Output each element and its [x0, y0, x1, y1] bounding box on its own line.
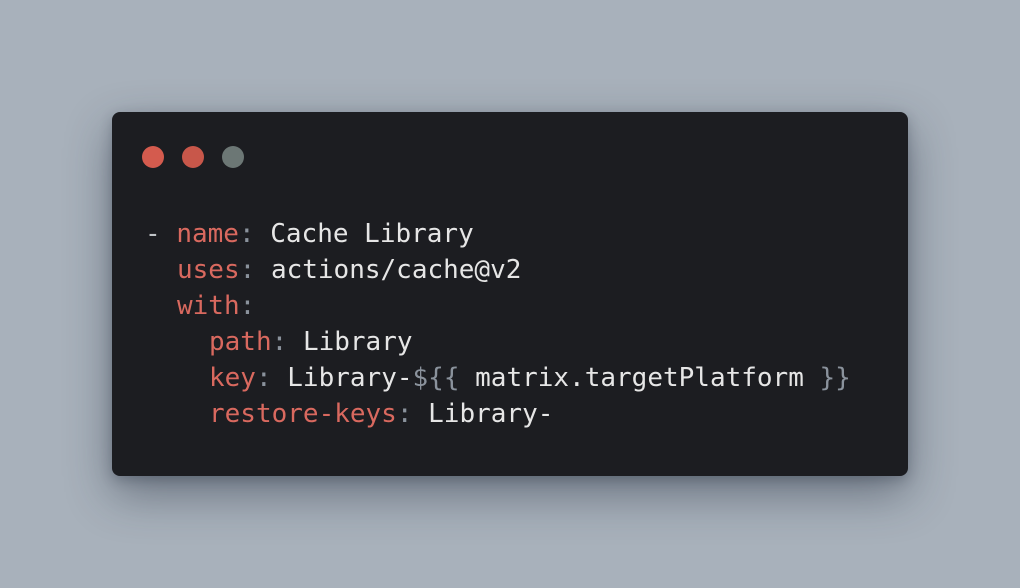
- code-block: - name: Cache Library uses: actions/cache…: [145, 216, 851, 432]
- code-line-2: uses: actions/cache@v2: [145, 252, 851, 288]
- close-dot-icon[interactable]: [142, 146, 164, 168]
- yaml-value-restore-keys: Library-: [428, 399, 554, 429]
- zoom-dot-icon[interactable]: [222, 146, 244, 168]
- code-line-5: key: Library-${{ matrix.targetPlatform }…: [145, 360, 851, 396]
- colon: :: [239, 255, 256, 285]
- expression-close: }}: [819, 363, 851, 393]
- yaml-value-name: Cache Library: [270, 219, 474, 249]
- yaml-key-with: with: [177, 291, 240, 321]
- yaml-value-key-prefix: Library-: [287, 363, 413, 393]
- code-line-3: with:: [145, 288, 851, 324]
- code-line-1: - name: Cache Library: [145, 216, 851, 252]
- code-window: - name: Cache Library uses: actions/cache…: [112, 112, 908, 476]
- code-line-4: path: Library: [145, 324, 851, 360]
- yaml-value-path: Library: [302, 327, 413, 357]
- yaml-key-uses: uses: [177, 255, 240, 285]
- yaml-key-path: path: [209, 327, 272, 357]
- colon: :: [396, 399, 413, 429]
- yaml-key-name: name: [176, 219, 239, 249]
- colon: :: [271, 327, 288, 357]
- yaml-value-uses: actions/cache@v2: [270, 255, 522, 285]
- minimize-dot-icon[interactable]: [182, 146, 204, 168]
- yaml-key-restore-keys: restore-keys: [209, 399, 397, 429]
- code-line-6: restore-keys: Library-: [145, 396, 851, 432]
- expression-body: matrix.targetPlatform: [475, 363, 804, 393]
- list-dash: -: [145, 219, 161, 249]
- colon: :: [239, 291, 256, 321]
- expression-open: ${{: [412, 363, 460, 393]
- colon: :: [255, 363, 272, 393]
- colon: :: [238, 219, 255, 249]
- yaml-key-key: key: [209, 363, 256, 393]
